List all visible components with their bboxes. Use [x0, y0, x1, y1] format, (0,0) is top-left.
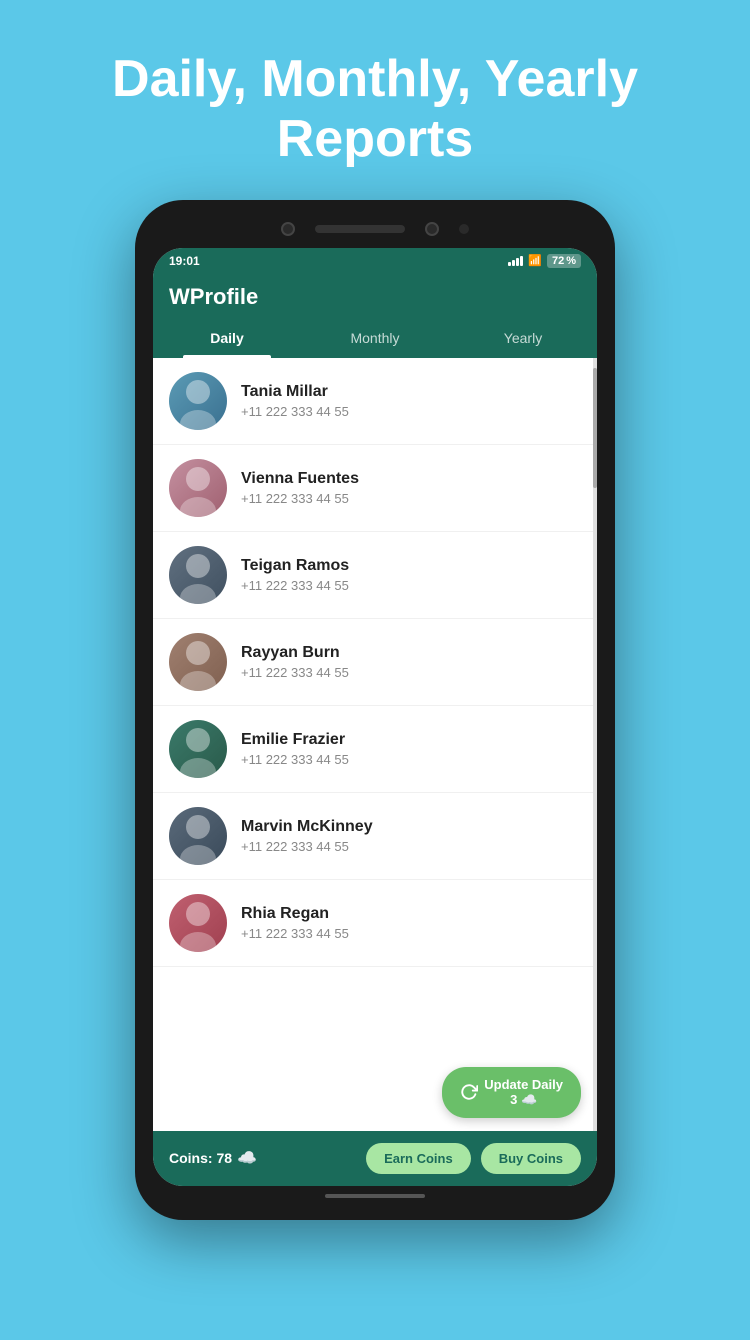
- list-item[interactable]: Emilie Frazier +11 222 333 44 55: [153, 706, 597, 793]
- contact-phone: +11 222 333 44 55: [241, 926, 581, 941]
- page-title: Daily, Monthly, Yearly Reports: [72, 50, 678, 170]
- avatar: [169, 720, 227, 778]
- contact-phone: +11 222 333 44 55: [241, 665, 581, 680]
- earn-coins-button[interactable]: Earn Coins: [366, 1143, 471, 1174]
- coins-display: Coins: 78 ☁️: [169, 1148, 257, 1168]
- app-title: WProfile: [169, 284, 581, 318]
- list-item[interactable]: Teigan Ramos +11 222 333 44 55: [153, 532, 597, 619]
- avatar: [169, 807, 227, 865]
- contact-info: Emilie Frazier +11 222 333 44 55: [241, 731, 581, 767]
- tab-monthly[interactable]: Monthly: [301, 318, 449, 358]
- app-header: WProfile: [153, 274, 597, 318]
- coin-cloud-icon: ☁️: [237, 1148, 257, 1168]
- list-item[interactable]: Rhia Regan +11 222 333 44 55: [153, 880, 597, 967]
- scrollbar-thumb: [593, 368, 597, 488]
- contact-name: Emilie Frazier: [241, 731, 581, 749]
- wifi-icon: 📶: [528, 254, 542, 267]
- contact-name: Tania Millar: [241, 383, 581, 401]
- tabs-row: Daily Monthly Yearly: [153, 318, 597, 358]
- signal-icon: [508, 256, 523, 266]
- list-item[interactable]: Tania Millar +11 222 333 44 55: [153, 358, 597, 445]
- phone-sensor: [459, 224, 469, 234]
- contact-phone: +11 222 333 44 55: [241, 404, 581, 419]
- contact-phone: +11 222 333 44 55: [241, 578, 581, 593]
- contact-name: Teigan Ramos: [241, 557, 581, 575]
- contact-name: Marvin McKinney: [241, 818, 581, 836]
- phone-speaker: [315, 225, 405, 233]
- list-item[interactable]: Rayyan Burn +11 222 333 44 55: [153, 619, 597, 706]
- bottom-actions: Earn Coins Buy Coins: [366, 1143, 581, 1174]
- avatar: [169, 633, 227, 691]
- phone-screen: 19:01 📶 72% WProfile Daily Monthly: [153, 248, 597, 1186]
- contact-phone: +11 222 333 44 55: [241, 491, 581, 506]
- bottom-bar: Coins: 78 ☁️ Earn Coins Buy Coins: [153, 1131, 597, 1186]
- contact-info: Marvin McKinney +11 222 333 44 55: [241, 818, 581, 854]
- contact-name: Rayyan Burn: [241, 644, 581, 662]
- contact-info: Tania Millar +11 222 333 44 55: [241, 383, 581, 419]
- avatar: [169, 546, 227, 604]
- contact-info: Rayyan Burn +11 222 333 44 55: [241, 644, 581, 680]
- phone-shell: 19:01 📶 72% WProfile Daily Monthly: [135, 200, 615, 1220]
- list-item[interactable]: Vienna Fuentes +11 222 333 44 55: [153, 445, 597, 532]
- battery-icon: 72%: [547, 254, 581, 268]
- phone-camera-right: [425, 222, 439, 236]
- phone-top-bar: [153, 218, 597, 240]
- phone-home-area: [153, 1186, 597, 1202]
- contact-phone: +11 222 333 44 55: [241, 752, 581, 767]
- status-icons: 📶 72%: [508, 254, 581, 268]
- tab-yearly[interactable]: Yearly: [449, 318, 597, 358]
- avatar: [169, 459, 227, 517]
- contact-info: Rhia Regan +11 222 333 44 55: [241, 905, 581, 941]
- update-daily-button[interactable]: Update Daily 3 ☁️: [442, 1067, 581, 1118]
- tab-daily[interactable]: Daily: [153, 318, 301, 358]
- contact-name: Rhia Regan: [241, 905, 581, 923]
- contact-phone: +11 222 333 44 55: [241, 839, 581, 854]
- status-bar: 19:01 📶 72%: [153, 248, 597, 274]
- list-item[interactable]: Marvin McKinney +11 222 333 44 55: [153, 793, 597, 880]
- contact-info: Vienna Fuentes +11 222 333 44 55: [241, 470, 581, 506]
- contacts-list: Tania Millar +11 222 333 44 55 Vienna Fue…: [153, 358, 597, 1131]
- avatar: [169, 894, 227, 952]
- phone-camera-left: [281, 222, 295, 236]
- home-bar: [325, 1194, 425, 1198]
- avatar: [169, 372, 227, 430]
- scrollbar-track: [593, 358, 597, 1131]
- contact-info: Teigan Ramos +11 222 333 44 55: [241, 557, 581, 593]
- status-time: 19:01: [169, 254, 200, 268]
- refresh-icon: [460, 1083, 478, 1101]
- buy-coins-button[interactable]: Buy Coins: [481, 1143, 581, 1174]
- contact-name: Vienna Fuentes: [241, 470, 581, 488]
- update-daily-label: Update Daily 3 ☁️: [484, 1077, 563, 1108]
